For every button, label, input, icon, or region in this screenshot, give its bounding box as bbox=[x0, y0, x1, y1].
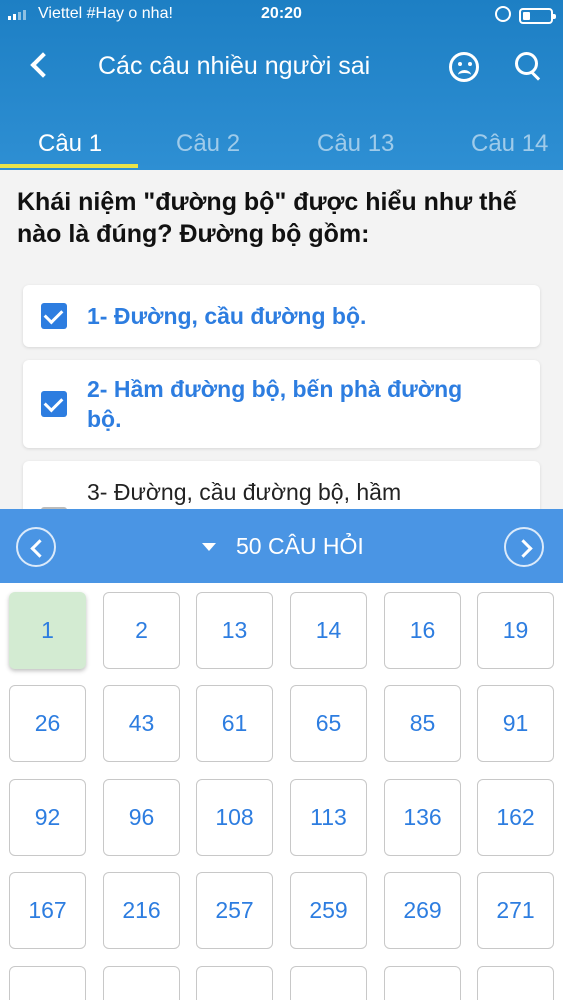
chevron-right-icon[interactable] bbox=[504, 527, 544, 567]
question-number-cell[interactable]: 271 bbox=[477, 872, 554, 949]
question-number-cell[interactable]: 167 bbox=[9, 872, 86, 949]
question-number-cell[interactable]: 162 bbox=[477, 779, 554, 856]
caret-down-icon[interactable] bbox=[202, 543, 216, 551]
question-number-cell[interactable]: 16 bbox=[384, 592, 461, 669]
question-number-cell[interactable] bbox=[290, 966, 367, 1000]
question-number-cell[interactable] bbox=[9, 966, 86, 1000]
answer-option-label: 3- Đường, cầu đường bộ, hầm bbox=[87, 479, 402, 505]
sad-face-icon[interactable] bbox=[449, 52, 479, 82]
question-number-cell[interactable] bbox=[103, 966, 180, 1000]
status-bar: Viettel #Hay o nha! 20:20 bbox=[0, 0, 563, 32]
back-arrow-icon[interactable] bbox=[22, 48, 56, 82]
app-header: Viettel #Hay o nha! 20:20 Các câu nhiều … bbox=[0, 0, 563, 170]
question-number-cell[interactable]: 2 bbox=[103, 592, 180, 669]
question-number-cell[interactable]: 19 bbox=[477, 592, 554, 669]
status-time: 20:20 bbox=[261, 5, 302, 22]
rotation-lock-icon bbox=[495, 6, 511, 22]
question-panel-bar: 50 CÂU HỎI bbox=[0, 509, 563, 583]
search-icon[interactable] bbox=[515, 52, 543, 80]
question-number-cell[interactable]: 61 bbox=[196, 685, 273, 762]
tab-cau-2[interactable]: Câu 2 bbox=[176, 130, 240, 158]
question-number-cell[interactable]: 269 bbox=[384, 872, 461, 949]
question-tabs: Câu 1 Câu 2 Câu 13 Câu 14 bbox=[0, 118, 563, 168]
question-number-cell[interactable]: 1 bbox=[9, 592, 86, 669]
question-number-cell[interactable] bbox=[384, 966, 461, 1000]
checkbox-checked-icon[interactable] bbox=[41, 391, 67, 417]
question-number-cell[interactable]: 91 bbox=[477, 685, 554, 762]
question-number-cell[interactable]: 216 bbox=[103, 872, 180, 949]
question-count-label[interactable]: 50 CÂU HỎI bbox=[236, 533, 364, 560]
active-tab-indicator bbox=[0, 164, 138, 168]
question-number-cell[interactable] bbox=[196, 966, 273, 1000]
question-number-cell[interactable]: 96 bbox=[103, 779, 180, 856]
nav-bar: Các câu nhiều người sai bbox=[0, 38, 563, 94]
question-number-cell[interactable] bbox=[477, 966, 554, 1000]
tab-cau-13[interactable]: Câu 13 bbox=[317, 130, 394, 158]
checkbox-checked-icon[interactable] bbox=[41, 303, 67, 329]
question-number-cell[interactable]: 14 bbox=[290, 592, 367, 669]
question-number-cell[interactable]: 26 bbox=[9, 685, 86, 762]
question-number-cell[interactable]: 108 bbox=[196, 779, 273, 856]
answer-option-label: 1- Đường, cầu đường bộ. bbox=[87, 303, 367, 329]
page-title: Các câu nhiều người sai bbox=[98, 52, 371, 80]
answer-option-1[interactable]: 1- Đường, cầu đường bộ. bbox=[23, 285, 540, 347]
question-number-cell[interactable]: 257 bbox=[196, 872, 273, 949]
answer-option-2[interactable]: 2- Hầm đường bộ, bến phà đường bộ. bbox=[23, 360, 540, 448]
question-number-cell[interactable]: 136 bbox=[384, 779, 461, 856]
question-number-cell[interactable]: 13 bbox=[196, 592, 273, 669]
battery-icon bbox=[519, 8, 556, 24]
question-number-cell[interactable]: 65 bbox=[290, 685, 367, 762]
tab-cau-1[interactable]: Câu 1 bbox=[38, 130, 102, 158]
question-number-cell[interactable]: 259 bbox=[290, 872, 367, 949]
question-number-cell[interactable]: 92 bbox=[9, 779, 86, 856]
question-number-grid: 1 2 13 14 16 19 26 43 61 65 85 91 92 96 108 113 136 162 16… bbox=[0, 583, 563, 1000]
question-number-cell[interactable]: 43 bbox=[103, 685, 180, 762]
question-number-cell[interactable]: 85 bbox=[384, 685, 461, 762]
answer-option-label: 2- Hầm đường bộ, bến phà đường bộ. bbox=[87, 376, 463, 432]
tab-cau-14[interactable]: Câu 14 bbox=[471, 130, 548, 158]
question-text: Khái niệm "đường bộ" được hiểu như thế n… bbox=[17, 188, 517, 248]
question-number-cell[interactable]: 113 bbox=[290, 779, 367, 856]
chevron-left-icon[interactable] bbox=[16, 527, 56, 567]
